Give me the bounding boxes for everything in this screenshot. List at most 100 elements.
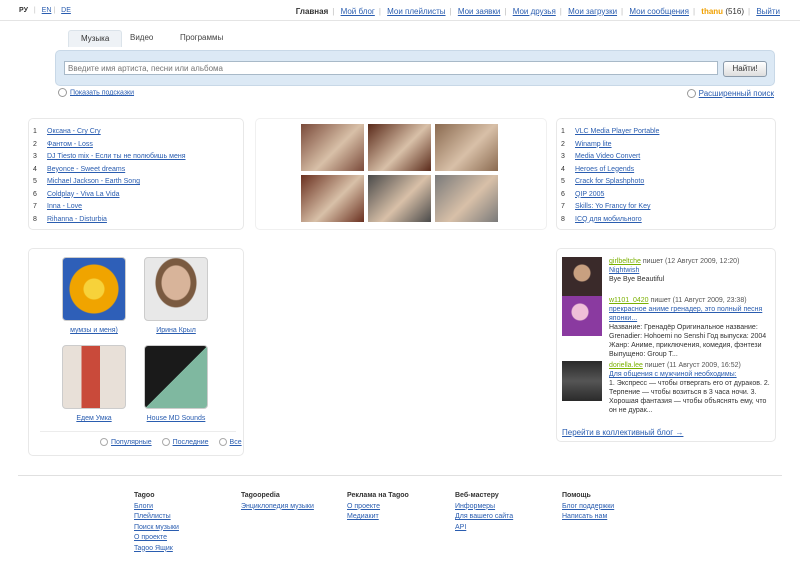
- blog-date: (11 Август 2009, 23:38): [672, 297, 747, 304]
- filter-radio[interactable]: [161, 438, 170, 446]
- show-hints[interactable]: Показать подсказки: [58, 88, 134, 97]
- friend-card[interactable]: мумзы и меня): [61, 257, 127, 334]
- blog-author[interactable]: girlbeltche: [609, 258, 641, 265]
- video-thumbnail[interactable]: [368, 124, 431, 171]
- blog-date: (12 Август 2009, 12:20): [665, 258, 740, 265]
- filter-latest[interactable]: Последние: [173, 439, 209, 446]
- nav-my-playlists[interactable]: Мои плейлисты: [387, 7, 445, 16]
- song-link[interactable]: Inna - Love: [47, 203, 82, 210]
- lang-en[interactable]: EN: [42, 7, 52, 14]
- blog-author[interactable]: doriella.lee: [609, 362, 643, 369]
- program-link[interactable]: Media Video Convert: [575, 153, 640, 160]
- lang-ru: РУ: [19, 7, 28, 14]
- program-link[interactable]: Heroes of Legends: [575, 166, 634, 173]
- blog-title[interactable]: прекрасное аниме гренадер, это полный пе…: [609, 306, 762, 322]
- footer-link[interactable]: О проекте: [347, 502, 409, 513]
- collective-blog-link[interactable]: Перейти в коллективный блог →: [562, 428, 683, 437]
- footer-link[interactable]: Медиакит: [347, 512, 409, 523]
- program-link[interactable]: Skills: Yo Francy for Key: [575, 203, 650, 210]
- footer-heading: Помощь: [562, 492, 591, 499]
- song-link[interactable]: Michael Jackson - Earth Song: [47, 178, 140, 185]
- advanced-search-link[interactable]: Расширенный поиск: [699, 89, 774, 98]
- nav-my-friends[interactable]: Мои друзья: [513, 7, 556, 16]
- nav-my-blog[interactable]: Мой блог: [341, 7, 375, 16]
- search-input[interactable]: [64, 61, 718, 75]
- friend-name[interactable]: мумзы и меня): [61, 327, 127, 334]
- nav-logout[interactable]: Выйти: [756, 7, 780, 16]
- video-thumbnail[interactable]: [368, 175, 431, 222]
- footer-link[interactable]: Поиск музыки: [134, 523, 179, 534]
- nav-my-messages[interactable]: Мои сообщения: [629, 7, 689, 16]
- program-link[interactable]: Crack for Splashphoto: [575, 178, 644, 185]
- blog-avatar[interactable]: [562, 361, 602, 401]
- friend-name[interactable]: Ирина Крыл: [143, 327, 209, 334]
- song-link[interactable]: Rihanna - Disturbia: [47, 216, 107, 223]
- program-link[interactable]: Winamp lite: [575, 141, 612, 148]
- nav-my-requests[interactable]: Мои заявки: [458, 7, 501, 16]
- blog-avatar[interactable]: [562, 257, 602, 297]
- nav-home[interactable]: Главная: [296, 7, 329, 16]
- footer-link[interactable]: Энциклопедия музыки: [241, 502, 314, 513]
- blog-title[interactable]: Nightwish: [609, 267, 639, 274]
- search-icon: [686, 89, 696, 99]
- friend-name[interactable]: House MD Sounds: [143, 415, 209, 422]
- search-button[interactable]: Найти!: [723, 61, 767, 77]
- filter-popular[interactable]: Популярные: [111, 439, 152, 446]
- friend-card[interactable]: Ирина Крыл: [143, 257, 209, 334]
- friend-name[interactable]: Едeм Умкa: [61, 415, 127, 422]
- tab-video[interactable]: Видео: [118, 30, 165, 46]
- list-item: 1 Оксана - Cry Cry: [33, 128, 101, 135]
- friend-card[interactable]: House MD Sounds: [143, 345, 209, 422]
- blog-text: doriella.lee пишет (11 Август 2009, 16:5…: [609, 361, 771, 415]
- friend-avatar[interactable]: [62, 345, 126, 409]
- video-thumbnail[interactable]: [435, 175, 498, 222]
- song-link[interactable]: Оксана - Cry Cry: [47, 128, 101, 135]
- nav-user-link[interactable]: thanu: [701, 7, 723, 16]
- list-item: 8 Rihanna - Disturbia: [33, 215, 107, 223]
- friend-card[interactable]: Едeм Умкa: [61, 345, 127, 422]
- filter-radio[interactable]: [100, 438, 108, 446]
- footer-link[interactable]: Информеры: [455, 502, 513, 513]
- filter-radio[interactable]: [218, 438, 227, 446]
- video-thumbnail[interactable]: [301, 124, 364, 171]
- video-thumbnail[interactable]: [435, 124, 498, 171]
- friend-avatar[interactable]: [62, 257, 126, 321]
- list-item: 1 VLC Media Player Portable: [561, 128, 660, 135]
- friend-avatar[interactable]: [144, 257, 208, 321]
- footer-col-webmaster: Веб-мастеру Информеры Для вашего сайта A…: [455, 491, 513, 533]
- footer-link[interactable]: Tagoo Ящик: [134, 544, 179, 555]
- blog-title[interactable]: Для общения с мужчиной необходимы:: [609, 371, 737, 378]
- blog-action: пишет: [642, 258, 664, 265]
- song-link[interactable]: Beyonce - Sweet dreams: [47, 166, 125, 173]
- footer-link[interactable]: API: [455, 523, 513, 534]
- lang-de[interactable]: DE: [61, 7, 71, 14]
- nav-my-uploads[interactable]: Мои загрузки: [568, 7, 617, 16]
- footer-link[interactable]: Написать нам: [562, 512, 614, 523]
- footer-link[interactable]: О проекте: [134, 533, 179, 544]
- blog-author[interactable]: w1101_0420: [609, 297, 649, 304]
- video-thumbnail[interactable]: [301, 175, 364, 222]
- program-link[interactable]: ICQ для мобильного: [575, 216, 642, 223]
- footer-link[interactable]: Блоги: [134, 502, 179, 513]
- song-link[interactable]: Coldplay - Viva La Vida: [47, 191, 120, 198]
- song-link[interactable]: DJ Tiesto mix - Если ты не полюбишь меня: [47, 153, 186, 160]
- tab-programs[interactable]: Программы: [168, 30, 235, 46]
- program-link[interactable]: QIP 2005: [575, 191, 604, 198]
- footer-heading: Веб-мастеру: [455, 492, 499, 499]
- tab-music[interactable]: Музыка: [68, 30, 123, 47]
- song-link[interactable]: Фантом - Loss: [47, 141, 93, 148]
- show-hints-link[interactable]: Показать подсказки: [70, 89, 134, 96]
- program-link[interactable]: VLC Media Player Portable: [575, 128, 659, 135]
- blog-avatar[interactable]: [562, 296, 602, 336]
- filter-all[interactable]: Все: [230, 439, 242, 446]
- list-item: 2 Winamp lite: [561, 140, 612, 148]
- footer-link[interactable]: Блог поддержки: [562, 502, 614, 513]
- footer-link[interactable]: Плейлисты: [134, 512, 179, 523]
- list-item: 6 QIP 2005: [561, 190, 605, 198]
- list-item: 5 Crack for Splashphoto: [561, 178, 645, 185]
- advanced-search[interactable]: Расширенный поиск: [686, 89, 774, 99]
- footer-heading: Tagoo: [134, 492, 155, 499]
- blog-date: (11 Август 2009, 16:52): [666, 362, 741, 369]
- friend-avatar[interactable]: [144, 345, 208, 409]
- footer-link[interactable]: Для вашего сайта: [455, 512, 513, 523]
